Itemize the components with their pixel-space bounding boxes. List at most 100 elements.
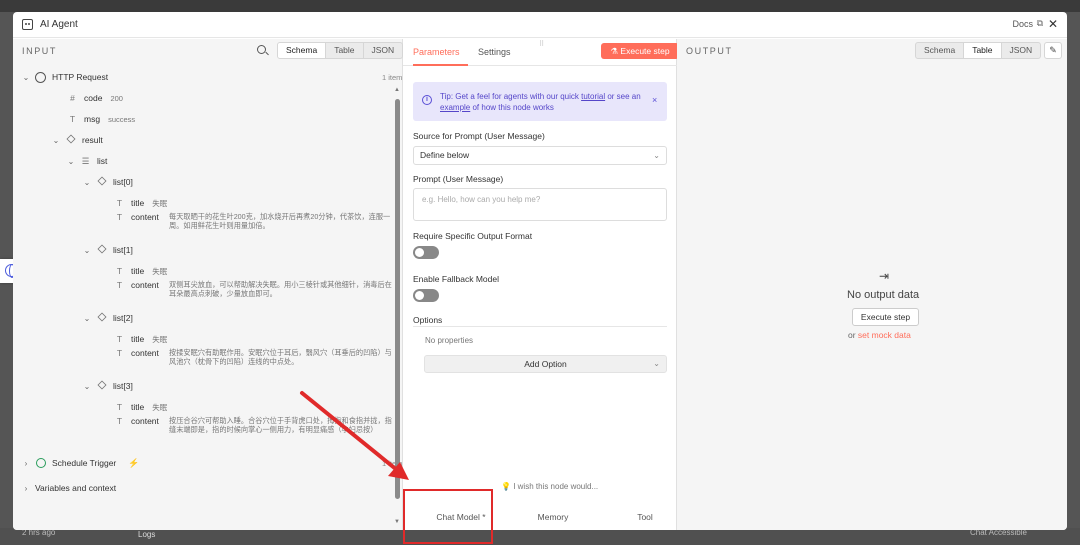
tip-mid: or see an [605, 92, 641, 101]
background-toolbar [0, 0, 1080, 12]
field-result[interactable]: ⌄ result [52, 132, 111, 148]
no-properties-text: No properties [425, 336, 474, 345]
field-value: 按揉安眠穴有助眠作用。安眠穴位于耳后，翳风穴（耳垂后的凹陷）与风池穴（枕骨下的凹… [169, 348, 392, 366]
chevron-down-icon[interactable]: ⌄ [83, 246, 91, 255]
field-list[interactable]: ⌄ ☰ list [67, 153, 115, 169]
prompt-input[interactable]: e.g. Hello, how can you help me? [413, 188, 667, 221]
tutorial-link[interactable]: tutorial [581, 92, 605, 101]
field-title: T title 失眠 [114, 331, 167, 347]
node-title[interactable]: AI Agent [40, 19, 78, 30]
output-tab-schema[interactable]: Schema [916, 43, 965, 58]
object-icon [96, 243, 107, 256]
set-mock-data-link[interactable]: set mock data [858, 330, 911, 340]
text-type-icon: T [116, 333, 123, 344]
chevron-down-icon[interactable]: ⌄ [22, 73, 30, 82]
field-key[interactable]: code [84, 93, 102, 103]
input-view-switcher: Schema Table JSON [277, 42, 404, 59]
output-execute-step-button[interactable]: Execute step [852, 308, 919, 326]
prompt-label: Prompt (User Message) [413, 174, 504, 184]
output-tab-table[interactable]: Table [964, 43, 1002, 58]
chevron-right-icon[interactable]: › [22, 484, 30, 493]
input-tab-json[interactable]: JSON [364, 43, 403, 58]
output-tab-json[interactable]: JSON [1002, 43, 1041, 58]
add-option-button[interactable]: Add Option ⌄ [424, 355, 667, 373]
chevron-down-icon[interactable]: ⌄ [67, 157, 75, 166]
tip-callout: i Tip: Get a feel for agents with our qu… [413, 82, 667, 121]
fallback-toggle[interactable] [413, 289, 439, 302]
field-key[interactable]: list[3] [113, 381, 133, 391]
field-content: T content 每天取晒干的花生叶200克，加水烧开后再煮20分钟，代茶饮，… [114, 212, 397, 230]
input-tab-schema[interactable]: Schema [278, 43, 327, 58]
field-key[interactable]: title [131, 266, 144, 276]
field-key[interactable]: title [131, 402, 144, 412]
tree-node-variables[interactable]: › Variables and context [22, 480, 124, 496]
field-key[interactable]: title [131, 198, 144, 208]
mock-data-line: or set mock data [848, 330, 911, 340]
field-value: 失眠 [152, 266, 168, 276]
item-count: 1 item [382, 72, 403, 82]
field-key[interactable]: result [82, 135, 103, 145]
object-icon [96, 379, 107, 392]
edit-output-button[interactable]: ✎ [1044, 42, 1062, 59]
list-item[interactable]: ⌄ list[1] [83, 242, 141, 258]
search-icon[interactable] [257, 45, 266, 54]
chevron-down-icon[interactable]: ⌄ [52, 136, 60, 145]
field-key[interactable]: list[2] [113, 313, 133, 323]
docs-link[interactable]: Docs [1012, 19, 1033, 29]
field-content: T content 双侧耳尖放血，可以帮助解决失眠。用小三棱针或其他细针，消毒后… [114, 280, 397, 298]
field-key[interactable]: list [97, 156, 107, 166]
field-key[interactable]: content [131, 416, 169, 434]
active-tab-indicator [413, 64, 468, 66]
close-icon[interactable]: × [652, 95, 657, 105]
tree-node-schedule-trigger[interactable]: › Schedule Trigger ⚡ 1 item [22, 455, 402, 471]
output-view-switcher: Schema Table JSON [915, 42, 1042, 59]
chevron-down-icon[interactable]: ⌄ [83, 178, 91, 187]
close-icon[interactable]: ✕ [1048, 17, 1058, 31]
list-item[interactable]: ⌄ list[2] [83, 310, 141, 326]
text-type-icon: T [116, 280, 123, 290]
add-option-label: Add Option [524, 359, 567, 369]
list-item[interactable]: ⌄ list[0] [83, 174, 141, 190]
tree-node-http-request[interactable]: ⌄ HTTP Request 1 item [22, 69, 402, 85]
or-text: or [848, 330, 858, 340]
field-key[interactable]: content [131, 348, 169, 366]
chevron-down-icon[interactable]: ⌄ [83, 382, 91, 391]
chevron-down-icon: ⌄ [653, 151, 660, 160]
lightning-icon: ⚡ [128, 457, 140, 468]
require-format-toggle[interactable] [413, 246, 439, 259]
chevron-down-icon[interactable]: ⌄ [83, 314, 91, 323]
execute-step-label: Execute step [620, 46, 670, 56]
chevron-right-icon[interactable]: › [22, 459, 30, 468]
field-key[interactable]: list[0] [113, 177, 133, 187]
feedback-link[interactable]: 💡 I wish this node would... [501, 482, 598, 491]
field-content: T content 按揉安眠穴有助眠作用。安眠穴位于耳后，翳风穴（耳垂后的凹陷）… [114, 348, 397, 366]
field-key[interactable]: title [131, 334, 144, 344]
background-logs-label: Logs [138, 530, 156, 539]
field-key[interactable]: msg [84, 114, 100, 124]
example-link[interactable]: example [440, 103, 470, 112]
tab-parameters[interactable]: Parameters [413, 47, 460, 57]
source-select-value: Define below [420, 150, 470, 160]
list-item[interactable]: ⌄ list[3] [83, 378, 141, 394]
source-select[interactable]: Define below ⌄ [413, 146, 667, 165]
field-value: 失眠 [152, 198, 168, 208]
modal-header: AI Agent Docs ⧉ ✕ [13, 12, 1067, 38]
field-key[interactable]: list[1] [113, 245, 133, 255]
field-key[interactable]: content [131, 280, 169, 298]
tab-settings[interactable]: Settings [478, 47, 511, 57]
drag-handle-icon[interactable]: ⠿ [539, 40, 549, 48]
divider [413, 326, 667, 327]
input-tab-table[interactable]: Table [326, 43, 364, 58]
require-format-label: Require Specific Output Format [413, 231, 533, 241]
scroll-up-icon[interactable]: ▲ [394, 87, 400, 93]
execute-step-button[interactable]: ⚗ Execute step [601, 43, 679, 59]
field-value: 200 [110, 93, 123, 103]
scrollbar-thumb[interactable] [395, 99, 400, 499]
hash-icon: # [70, 92, 75, 103]
node-label: Schedule Trigger [52, 458, 117, 468]
globe-icon [35, 71, 46, 83]
field-value: 每天取晒干的花生叶200克，加水烧开后再煮20分钟，代茶饮，连服一周。如用鲜花生… [169, 212, 391, 230]
field-key[interactable]: content [131, 212, 169, 230]
scroll-down-icon[interactable]: ▼ [394, 519, 400, 525]
tip-text: Tip: Get a feel for agents with our quic… [440, 91, 645, 113]
